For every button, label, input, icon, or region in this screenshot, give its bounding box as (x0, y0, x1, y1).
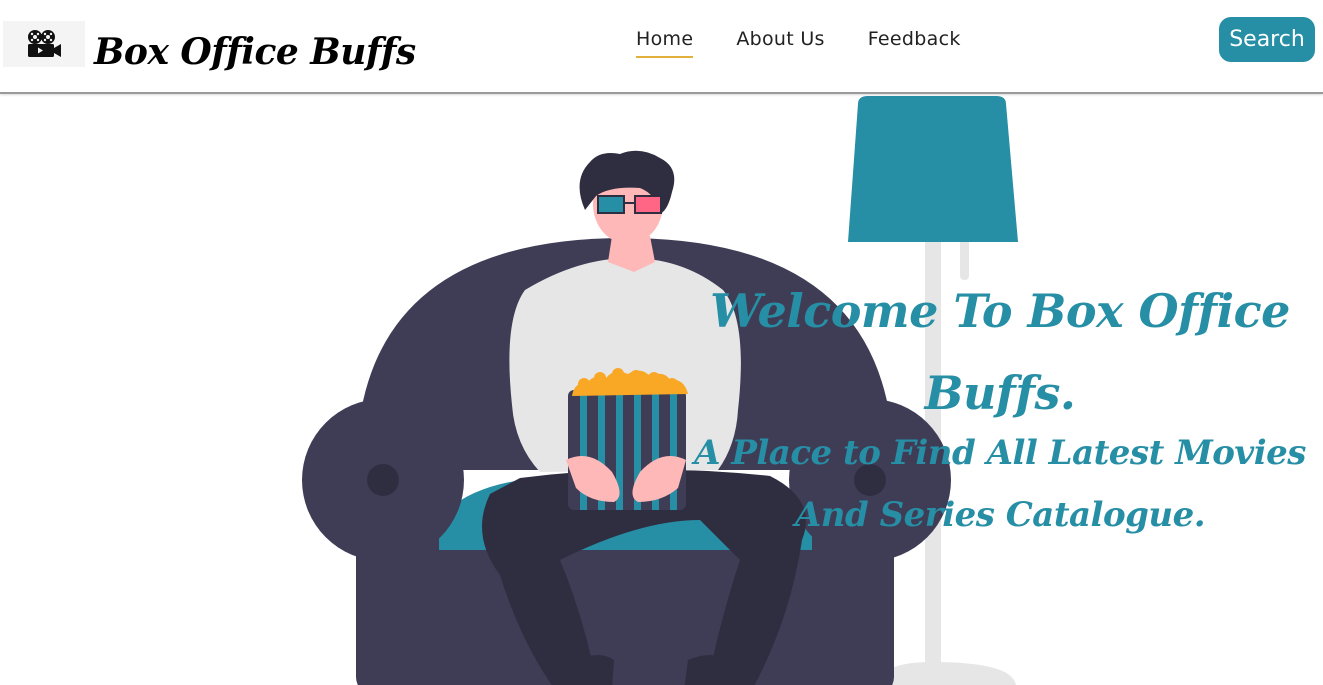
brand-name: Box Office Buffs (94, 31, 416, 73)
nav-item-about-us[interactable]: About Us (736, 28, 824, 58)
logo[interactable] (3, 21, 85, 67)
film-camera-icon (28, 30, 61, 57)
search-button[interactable]: Search (1219, 17, 1315, 62)
site-header: Box Office Buffs Home About Us Feedback … (0, 0, 1323, 94)
nav-item-feedback[interactable]: Feedback (868, 28, 961, 58)
hero-tagline: A Place to Find All Latest Movies And Se… (694, 433, 1306, 535)
main-nav: Home About Us Feedback (636, 28, 961, 58)
hero-heading: Welcome To Box Office Buffs. (710, 284, 1290, 420)
nav-item-home[interactable]: Home (636, 28, 694, 58)
hero-section: Welcome To Box Office Buffs. A Place to … (0, 94, 1323, 685)
